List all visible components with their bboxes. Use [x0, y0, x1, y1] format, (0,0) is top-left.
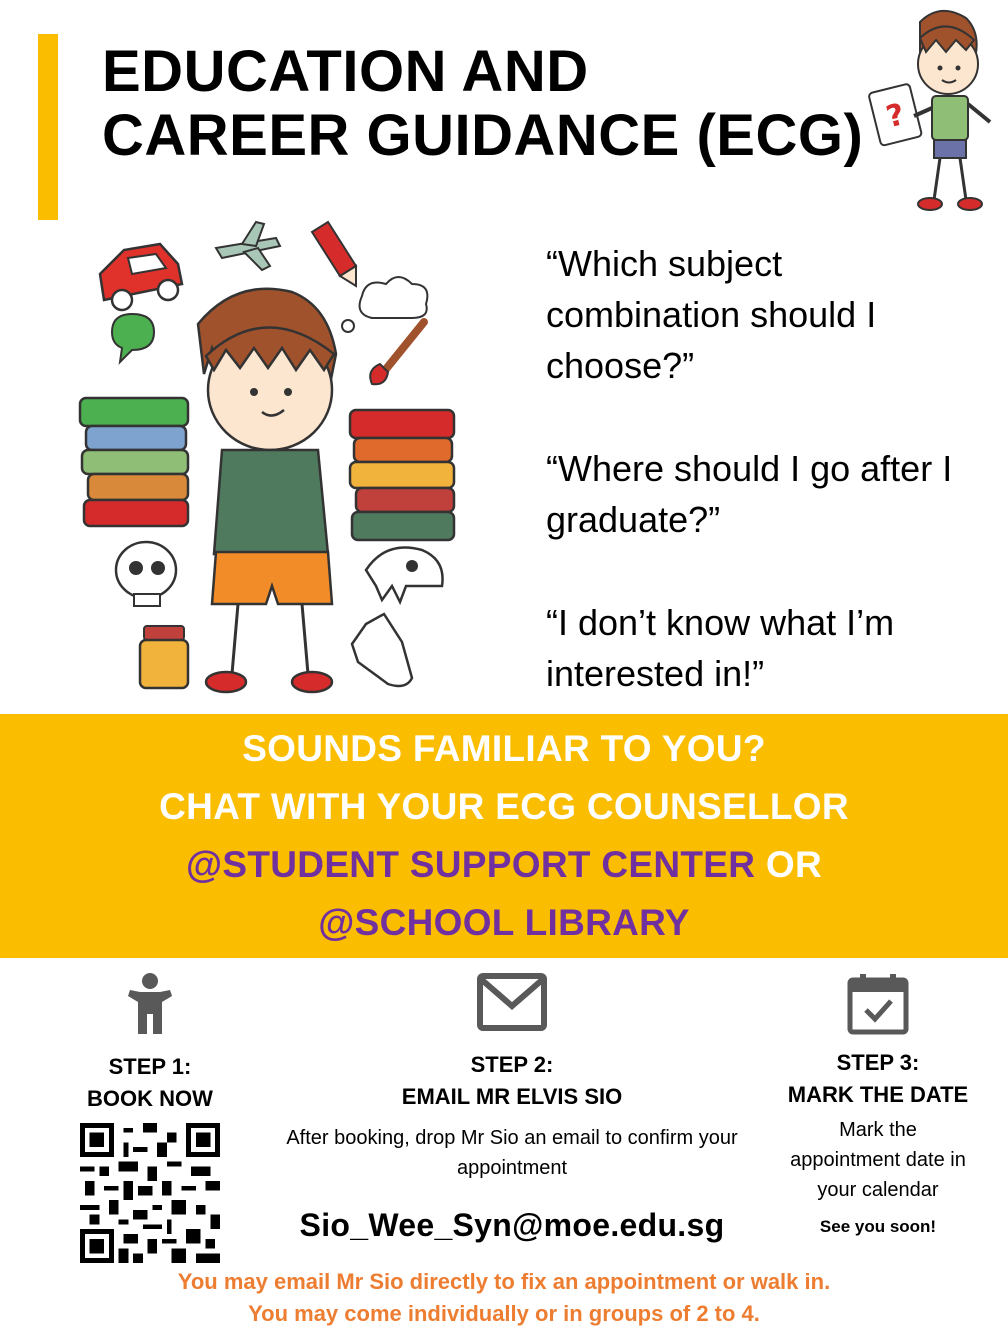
car-illustration [98, 242, 184, 312]
skull-illustration [114, 540, 178, 607]
counsellor-email-link[interactable]: Sio_Wee_Syn@moe.edu.sg [272, 1207, 752, 1244]
question-list: “Which subject combination should I choo… [546, 238, 986, 751]
airplane-illustration [214, 220, 282, 272]
flask-illustration [350, 612, 414, 688]
banner-line-3: @STUDENT SUPPORT CENTER OR [0, 844, 1008, 886]
student-support-center-location: @STUDENT SUPPORT CENTER [186, 844, 756, 885]
step-2: STEP 2: EMAIL MR ELVIS SIO After booking… [272, 972, 752, 1244]
dinosaur-skull-illustration [364, 546, 444, 606]
step-2-description: After booking, drop Mr Sio an email to c… [286, 1127, 738, 1179]
person-icon [128, 973, 172, 1034]
title-line-2: CAREER GUIDANCE (ECG) [102, 103, 864, 168]
banner-line-2: CHAT WITH YOUR ECG COUNSELLOR [159, 786, 849, 827]
footer-line-1: You may email Mr Sio directly to fix an … [177, 1269, 831, 1294]
footer-note: You may email Mr Sio directly to fix an … [0, 1266, 1008, 1330]
step-3-title: STEP 3: MARK THE DATE [772, 1047, 984, 1111]
banner-line-1: SOUNDS FAMILIAR TO YOU? [242, 728, 766, 769]
step-3-label: STEP 3: [836, 1050, 920, 1075]
step-1: STEP 1: BOOK NOW [60, 972, 240, 1268]
call-to-action-banner: SOUNDS FAMILIAR TO YOU? CHAT WITH YOUR E… [0, 714, 1008, 958]
closing-message: See you soon! [819, 1217, 937, 1236]
question-item: “Which subject combination should I choo… [546, 243, 877, 386]
footer-line-2: You may come individually or in groups o… [248, 1301, 760, 1326]
pencil-illustration [310, 220, 358, 288]
step-3-description: Mark the appointment date in your calend… [790, 1119, 966, 1201]
envelope-icon [477, 973, 547, 1031]
page-title: EDUCATION AND CAREER GUIDANCE (ECG) [102, 40, 863, 168]
paintbrush-illustration [369, 318, 428, 386]
email-mr-elvis-sio-label: EMAIL MR ELVIS SIO [401, 1084, 623, 1109]
banner-or-text: OR [755, 844, 822, 885]
student-with-books-illustration [78, 220, 456, 694]
kid-with-tablet-illustration: ? [868, 10, 992, 211]
question-item: “Where should I go after I graduate?” [546, 448, 953, 540]
step-2-label: STEP 2: [470, 1052, 554, 1077]
book-now-label: BOOK NOW [87, 1086, 213, 1111]
booking-qr-code[interactable] [80, 1123, 220, 1263]
book-stack-left [78, 396, 190, 528]
title-line-1: EDUCATION AND [102, 39, 589, 104]
mark-the-date-label: MARK THE DATE [787, 1082, 969, 1107]
speech-bubble-illustration [110, 312, 156, 365]
step-2-title: STEP 2: EMAIL MR ELVIS SIO [272, 1049, 752, 1113]
step-1-title: STEP 1: BOOK NOW [60, 1051, 240, 1115]
calendar-check-icon [847, 974, 909, 1035]
step-3: STEP 3: MARK THE DATE Mark the appointme… [772, 972, 984, 1237]
school-library-location: @SCHOOL LIBRARY [318, 902, 690, 943]
jar-illustration [138, 625, 190, 690]
step-1-label: STEP 1: [108, 1054, 192, 1079]
question-item: “I don’t know what I’m interested in!” [546, 602, 895, 694]
book-stack-right [348, 408, 456, 542]
accent-bar [38, 34, 58, 220]
